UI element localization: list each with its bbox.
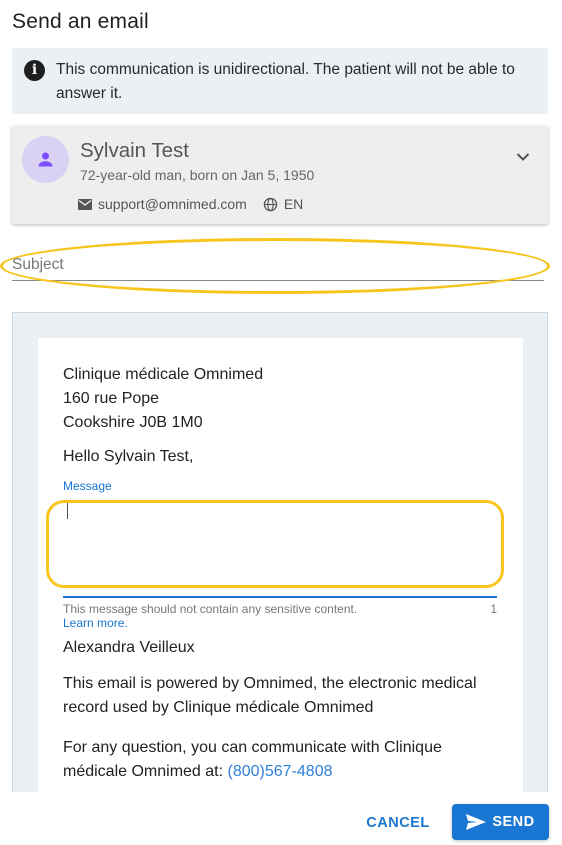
- helper-text: This message should not contain any sens…: [63, 602, 358, 616]
- chevron-down-icon[interactable]: [516, 152, 530, 162]
- signature: Alexandra Veilleux: [63, 639, 195, 656]
- cancel-button[interactable]: CANCEL: [360, 806, 436, 840]
- send-button[interactable]: SEND: [452, 804, 549, 840]
- patient-language: EN: [283, 196, 304, 212]
- patient-card[interactable]: Sylvain Test 72-year-old man, born on Ja…: [12, 126, 548, 224]
- highlight-message-box: [46, 500, 504, 588]
- message-underline: [63, 596, 497, 598]
- char-count: 1: [490, 602, 497, 616]
- learn-more-link[interactable]: Learn more.: [63, 616, 128, 630]
- send-icon: [466, 814, 487, 830]
- email-icon: [78, 198, 92, 210]
- contact-text: For any question, you can communicate wi…: [63, 736, 503, 784]
- patient-email: support@omnimed.com: [98, 196, 247, 212]
- send-label: SEND: [492, 814, 535, 830]
- clinic-address: 160 rue Pope: [63, 390, 160, 407]
- person-icon: [38, 152, 53, 167]
- contact-row: support@omnimed.com EN: [78, 196, 303, 212]
- dialog-title: Send an email: [12, 10, 149, 33]
- highlight-ellipse: [0, 238, 550, 294]
- patient-description: 72-year-old man, born on Jan 5, 1950: [80, 167, 315, 183]
- greeting: Hello Sylvain Test,: [63, 448, 194, 465]
- avatar: [22, 136, 69, 183]
- phone-link[interactable]: (800)567-4808: [228, 763, 333, 780]
- globe-icon: [263, 197, 278, 211]
- info-icon: i: [24, 60, 45, 81]
- patient-name: Sylvain Test: [80, 139, 190, 162]
- language-group: EN: [263, 196, 303, 212]
- message-helper: This message should not contain any sens…: [63, 602, 497, 616]
- message-label: Message: [63, 479, 112, 493]
- dialog-footer: CANCEL SEND: [0, 792, 562, 845]
- info-text: This communication is unidirectional. Th…: [56, 61, 515, 102]
- powered-by-text: This email is powered by Omnimed, the el…: [63, 675, 477, 716]
- info-banner: i This communication is unidirectional. …: [12, 48, 548, 114]
- clinic-name: Clinique médicale Omnimed: [63, 366, 264, 383]
- clinic-city: Cookshire J0B 1M0: [63, 414, 203, 431]
